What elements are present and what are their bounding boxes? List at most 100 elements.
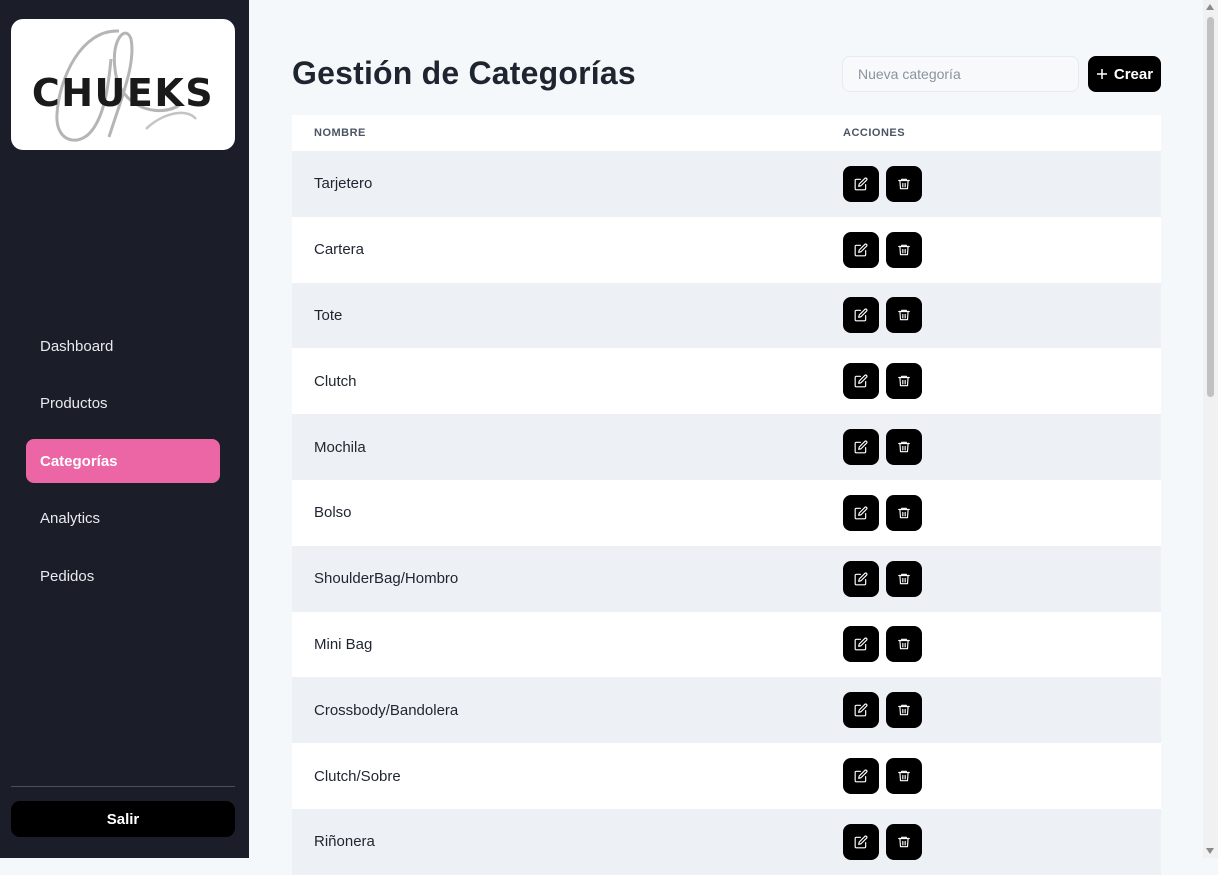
- row-actions: [843, 231, 1161, 268]
- sidebar-item-categorias[interactable]: Categorías: [26, 439, 220, 483]
- trash-icon: [897, 243, 911, 257]
- category-name: Tarjetero: [314, 175, 373, 193]
- edit-button[interactable]: [843, 231, 879, 268]
- category-name: Bolso: [314, 504, 352, 522]
- edit-button[interactable]: [843, 758, 879, 795]
- create-button-label: Crear: [1113, 65, 1154, 83]
- category-name: ShoulderBag/Hombro: [314, 570, 459, 588]
- edit-button[interactable]: [843, 560, 879, 597]
- category-name: Tote: [314, 306, 343, 324]
- edit-button[interactable]: [843, 363, 879, 400]
- edit-button[interactable]: [843, 494, 879, 531]
- edit-icon: [854, 440, 868, 454]
- sidebar-item-dashboard[interactable]: Dashboard: [26, 324, 220, 368]
- delete-button[interactable]: [886, 363, 922, 400]
- sidebar-item-pedidos[interactable]: Pedidos: [26, 554, 220, 598]
- edit-button[interactable]: [843, 297, 879, 334]
- table-row: Riñonera: [292, 808, 1161, 875]
- category-name: Cartera: [314, 241, 365, 259]
- trash-icon: [897, 835, 911, 849]
- create-category-button[interactable]: Crear: [1088, 56, 1161, 92]
- edit-button[interactable]: [843, 626, 879, 663]
- edit-icon: [854, 506, 868, 520]
- edit-button[interactable]: [843, 692, 879, 729]
- table-row: Clutch: [292, 348, 1161, 415]
- delete-button[interactable]: [886, 626, 922, 663]
- sidebar-divider: [11, 786, 235, 787]
- categories-table: NOMBRE ACCIONES Tarjetero Cartera Tote Clut…: [292, 115, 1161, 875]
- page-title: Gestión de Categorías: [292, 55, 636, 91]
- edit-icon: [854, 703, 868, 717]
- delete-button[interactable]: [886, 560, 922, 597]
- row-actions: [843, 494, 1161, 531]
- brand-logo: CHUEKS: [11, 19, 235, 150]
- trash-icon: [897, 572, 911, 586]
- edit-icon: [854, 835, 868, 849]
- category-name: Crossbody/Bandolera: [314, 701, 459, 719]
- row-actions: [843, 429, 1161, 466]
- scroll-up-icon[interactable]: [1206, 4, 1214, 10]
- trash-icon: [897, 506, 911, 520]
- edit-button[interactable]: [843, 429, 879, 466]
- category-name: Clutch/Sobre: [314, 767, 401, 785]
- plus-icon: [1096, 68, 1108, 80]
- table-row: Tarjetero: [292, 151, 1161, 217]
- sidebar-item-productos[interactable]: Productos: [26, 382, 220, 426]
- sidebar-item-label: Analytics: [40, 510, 101, 527]
- scrollbar-thumb[interactable]: [1207, 17, 1214, 397]
- table-row: Cartera: [292, 216, 1161, 283]
- row-actions: [843, 692, 1161, 729]
- sidebar-item-label: Pedidos: [40, 567, 95, 585]
- delete-button[interactable]: [886, 297, 922, 334]
- new-category-input[interactable]: [842, 56, 1079, 92]
- trash-icon: [897, 374, 911, 388]
- row-actions: [843, 165, 1161, 202]
- edit-icon: [854, 572, 868, 586]
- row-actions: [843, 823, 1161, 860]
- row-actions: [843, 626, 1161, 663]
- logout-button[interactable]: Salir: [11, 801, 235, 837]
- page-scrollbar[interactable]: [1203, 0, 1218, 858]
- edit-button[interactable]: [843, 165, 879, 202]
- table-row: Mochila: [292, 414, 1161, 480]
- trash-icon: [897, 177, 911, 191]
- edit-icon: [854, 769, 868, 783]
- trash-icon: [897, 703, 911, 717]
- trash-icon: [897, 308, 911, 322]
- sidebar-item-label: Dashboard: [40, 337, 114, 355]
- column-header-name: NOMBRE: [314, 127, 366, 139]
- row-actions: [843, 758, 1161, 795]
- sidebar-item-label: Productos: [40, 395, 108, 412]
- column-header-actions: ACCIONES: [843, 127, 906, 139]
- table-row: Mini Bag: [292, 611, 1161, 678]
- delete-button[interactable]: [886, 692, 922, 729]
- table-row: Crossbody/Bandolera: [292, 677, 1161, 744]
- delete-button[interactable]: [886, 429, 922, 466]
- category-name: Clutch: [314, 372, 357, 390]
- row-actions: [843, 560, 1161, 597]
- category-name: Mini Bag: [314, 635, 373, 653]
- table-header: NOMBRE ACCIONES: [292, 115, 1161, 151]
- table-body: Tarjetero Cartera Tote Clutch Mochila Bolso Sh…: [292, 151, 1161, 875]
- edit-icon: [854, 374, 868, 388]
- edit-icon: [854, 243, 868, 257]
- delete-button[interactable]: [886, 758, 922, 795]
- delete-button[interactable]: [886, 823, 922, 860]
- sidebar-item-analytics[interactable]: Analytics: [26, 497, 220, 541]
- edit-icon: [854, 637, 868, 651]
- table-row: ShoulderBag/Hombro: [292, 545, 1161, 612]
- table-row: Tote: [292, 282, 1161, 349]
- sidebar-item-label: Categorías: [40, 452, 118, 470]
- delete-button[interactable]: [886, 494, 922, 531]
- edit-button[interactable]: [843, 823, 879, 860]
- trash-icon: [897, 637, 911, 651]
- trash-icon: [897, 440, 911, 454]
- delete-button[interactable]: [886, 231, 922, 268]
- category-name: Riñonera: [314, 833, 375, 851]
- edit-icon: [854, 177, 868, 191]
- delete-button[interactable]: [886, 165, 922, 202]
- category-name: Mochila: [314, 438, 366, 456]
- scroll-down-icon[interactable]: [1206, 848, 1214, 854]
- row-actions: [843, 363, 1161, 400]
- sidebar-nav: Dashboard Productos Categorías Analytics…: [26, 324, 220, 612]
